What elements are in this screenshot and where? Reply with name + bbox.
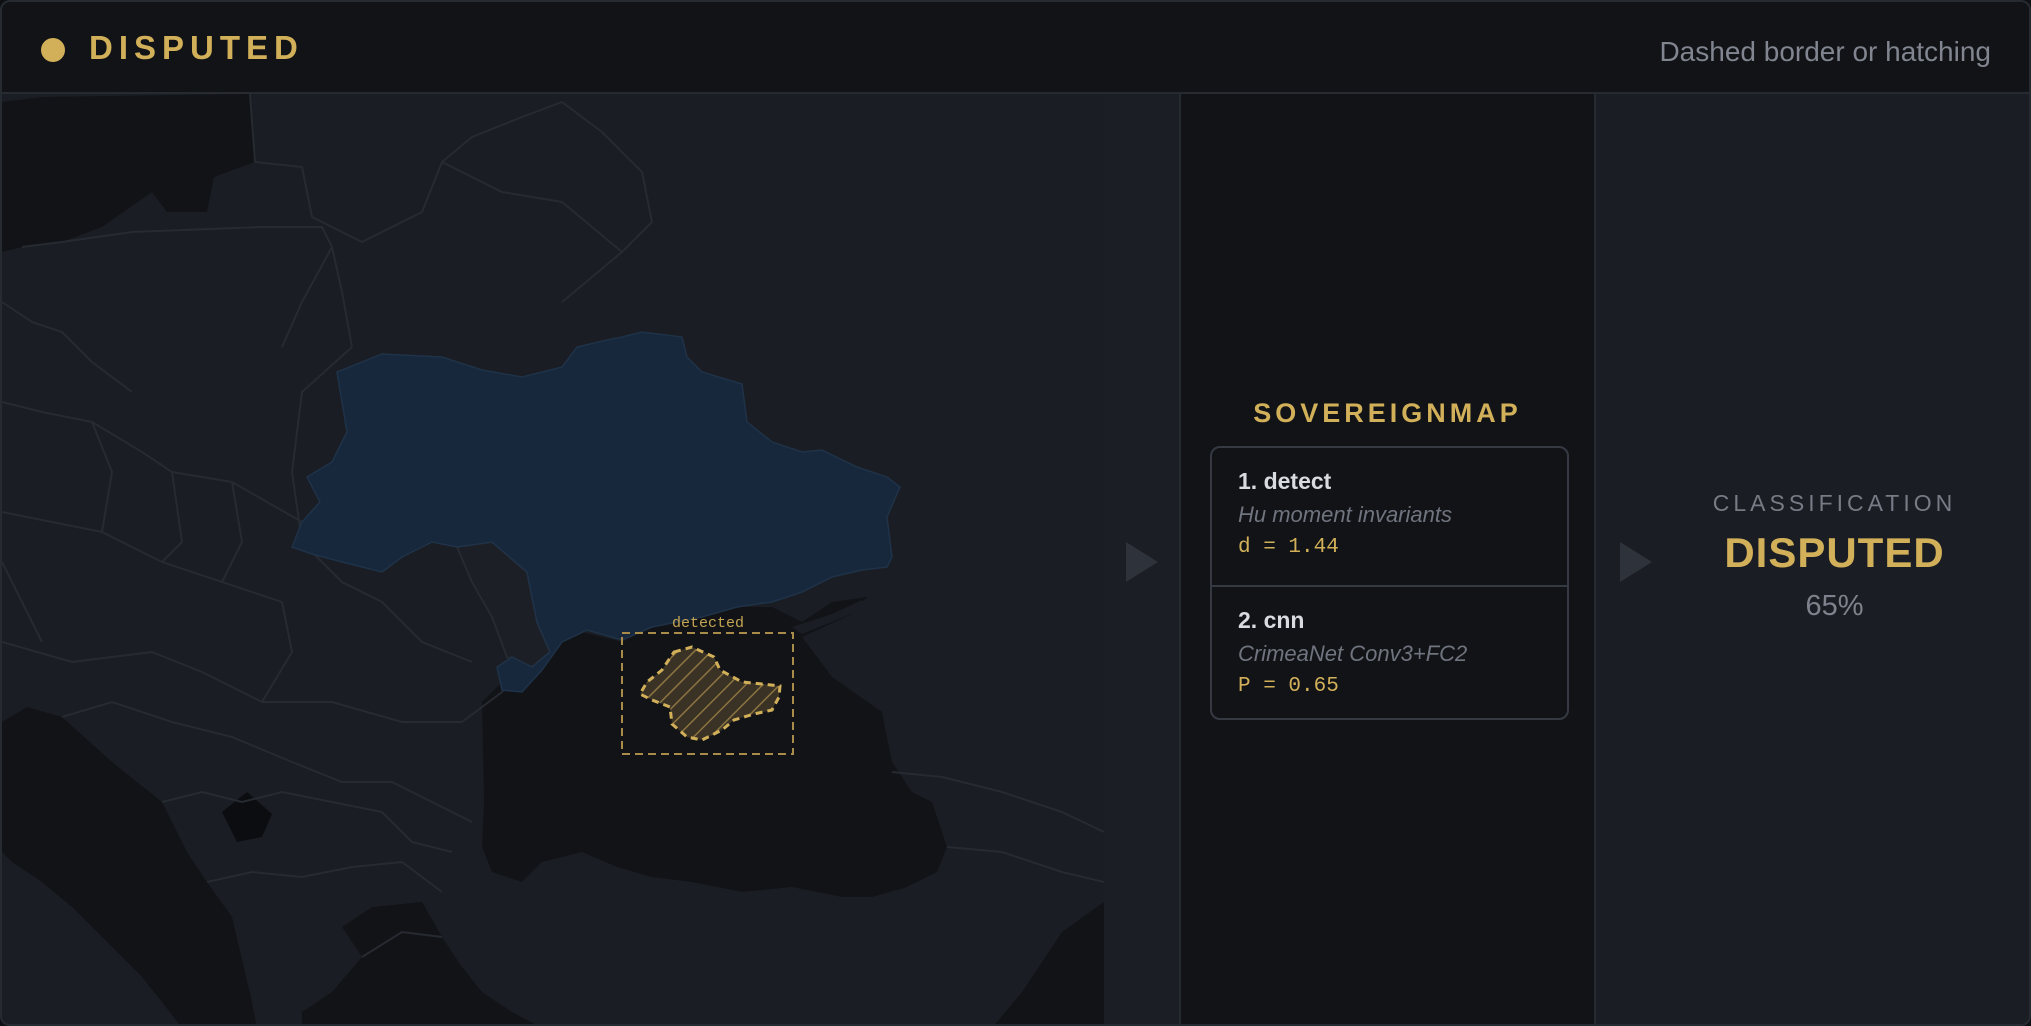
status-title: DISPUTED	[89, 29, 304, 66]
step-description: CrimeaNet Conv3+FC2	[1238, 641, 1468, 666]
step-description: Hu moment invariants	[1238, 502, 1452, 527]
classification-label: CLASSIFICATION	[1712, 490, 1957, 516]
step-name: 2. cnn	[1238, 607, 1305, 633]
flow-arrow-column	[1104, 94, 1179, 1024]
result-panel: CLASSIFICATION DISPUTED 65%	[1596, 94, 2029, 1024]
classification-value: DISPUTED	[1724, 529, 1945, 576]
step-metric: P = 0.65	[1238, 675, 1339, 698]
flow-arrow-icon	[1126, 542, 1158, 582]
model-panel: SOVEREIGNMAP 1. detect Hu moment invaria…	[1179, 94, 1596, 1024]
status-dot-icon	[41, 38, 65, 62]
detection-label: detected	[672, 615, 744, 632]
pipeline-step-cnn: 2. cnn CrimeaNet Conv3+FC2 P = 0.65	[1212, 585, 1567, 718]
pipeline-step-detect: 1. detect Hu moment invariants d = 1.44	[1212, 448, 1567, 584]
app-frame: DISPUTED Dashed border or hatching detec…	[0, 0, 2031, 1026]
step-name: 1. detect	[1238, 468, 1332, 494]
header-bar: DISPUTED Dashed border or hatching	[2, 2, 2029, 94]
model-title: SOVEREIGNMAP	[1253, 398, 1522, 428]
map-canvas: detected	[2, 94, 1104, 1024]
map-panel: detected	[2, 94, 1104, 1024]
header-hint: Dashed border or hatching	[1659, 36, 1991, 67]
step-metric: d = 1.44	[1238, 536, 1339, 559]
pipeline-steps: 1. detect Hu moment invariants d = 1.44 …	[1210, 446, 1569, 720]
classification-confidence: 65%	[1805, 590, 1864, 622]
